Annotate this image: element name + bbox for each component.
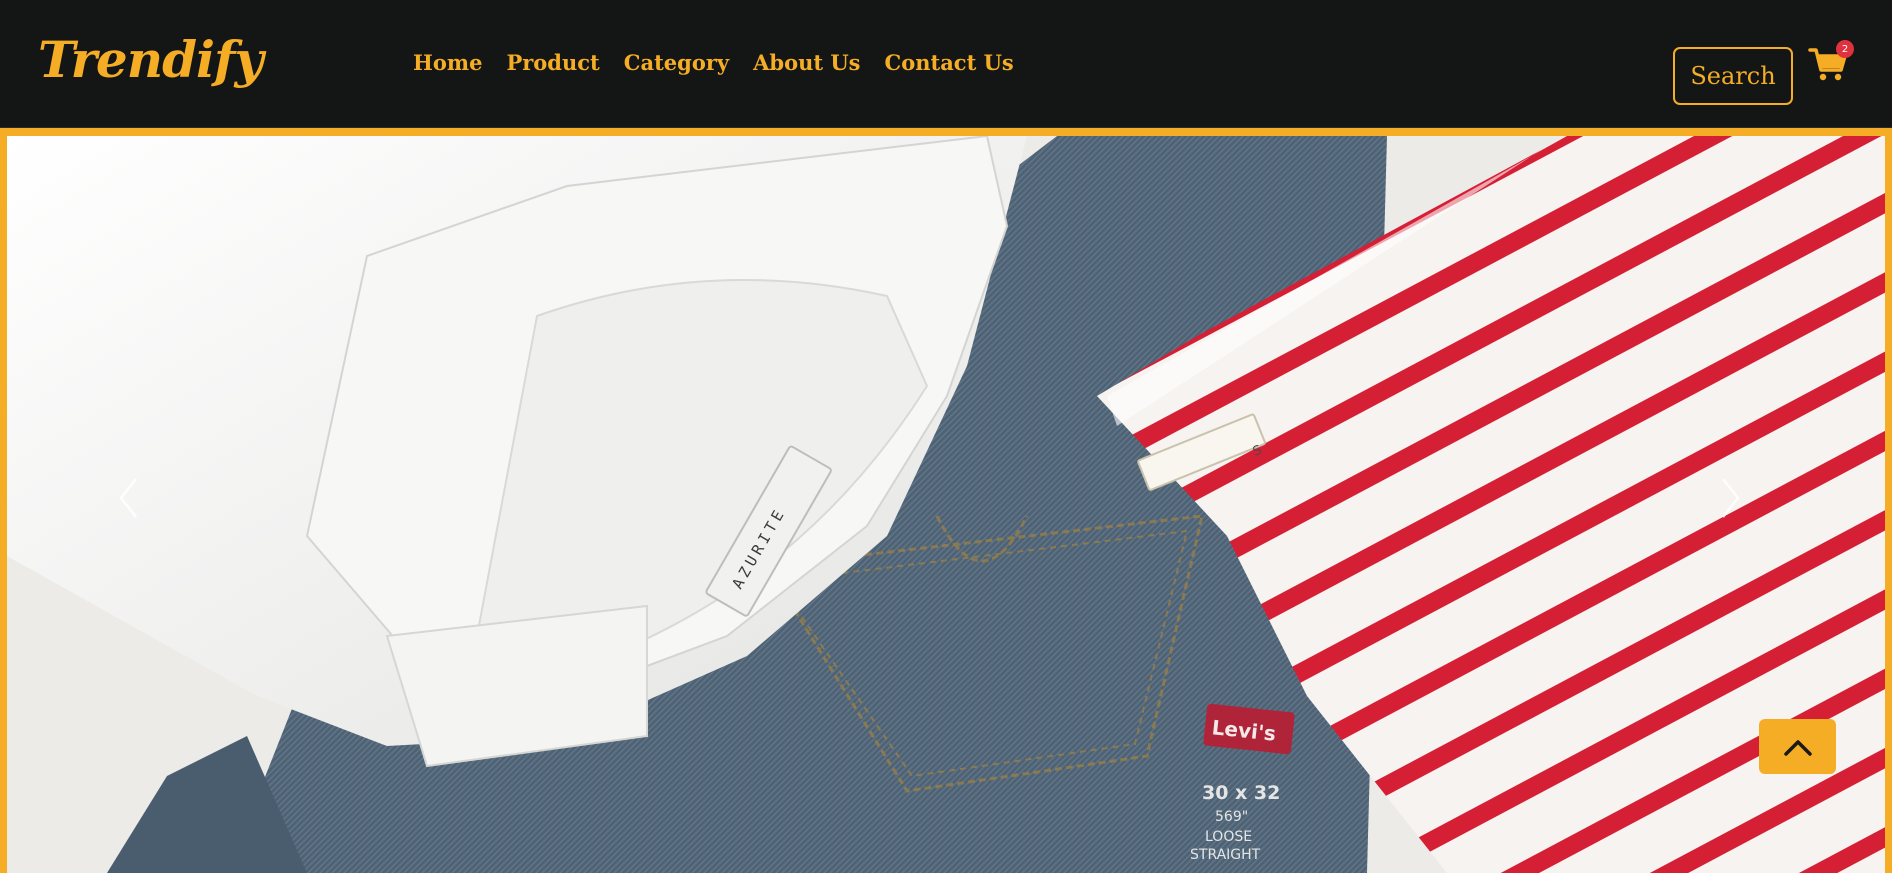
nav-link-home[interactable]: Home	[413, 50, 482, 75]
main-nav: Home Product Category About Us Contact U…	[413, 50, 1014, 75]
svg-text:LOOSE: LOOSE	[1205, 829, 1252, 845]
hero-clothing-image: Levi's 30 x 32 569" LOOSE STRAIGHT AZURI…	[7, 136, 1885, 873]
carousel-prev-button[interactable]	[117, 476, 177, 556]
nav-link-about[interactable]: About Us	[753, 50, 860, 75]
chevron-right-icon	[1722, 478, 1740, 518]
svg-text:569": 569"	[1215, 809, 1248, 825]
navbar: Trendify Home Product Category About Us …	[0, 0, 1892, 128]
nav-link-product[interactable]: Product	[506, 50, 599, 75]
search-button[interactable]: Search	[1673, 47, 1793, 105]
chevron-left-icon	[119, 478, 137, 518]
cart-button[interactable]: 2	[1808, 40, 1854, 86]
hero-slide: Levi's 30 x 32 569" LOOSE STRAIGHT AZURI…	[7, 136, 1885, 873]
carousel-next-button[interactable]	[1720, 476, 1780, 556]
svg-text:30 x 32: 30 x 32	[1202, 782, 1280, 804]
chevron-up-icon	[1783, 739, 1812, 756]
brand-logo[interactable]: Trendify	[38, 30, 264, 89]
hero-carousel: Levi's 30 x 32 569" LOOSE STRAIGHT AZURI…	[0, 128, 1892, 873]
cart-count-badge: 2	[1836, 40, 1854, 58]
nav-link-contact[interactable]: Contact Us	[885, 50, 1014, 75]
svg-text:STRAIGHT: STRAIGHT	[1190, 847, 1261, 863]
nav-link-category[interactable]: Category	[624, 50, 729, 75]
back-to-top-button[interactable]	[1759, 719, 1836, 774]
